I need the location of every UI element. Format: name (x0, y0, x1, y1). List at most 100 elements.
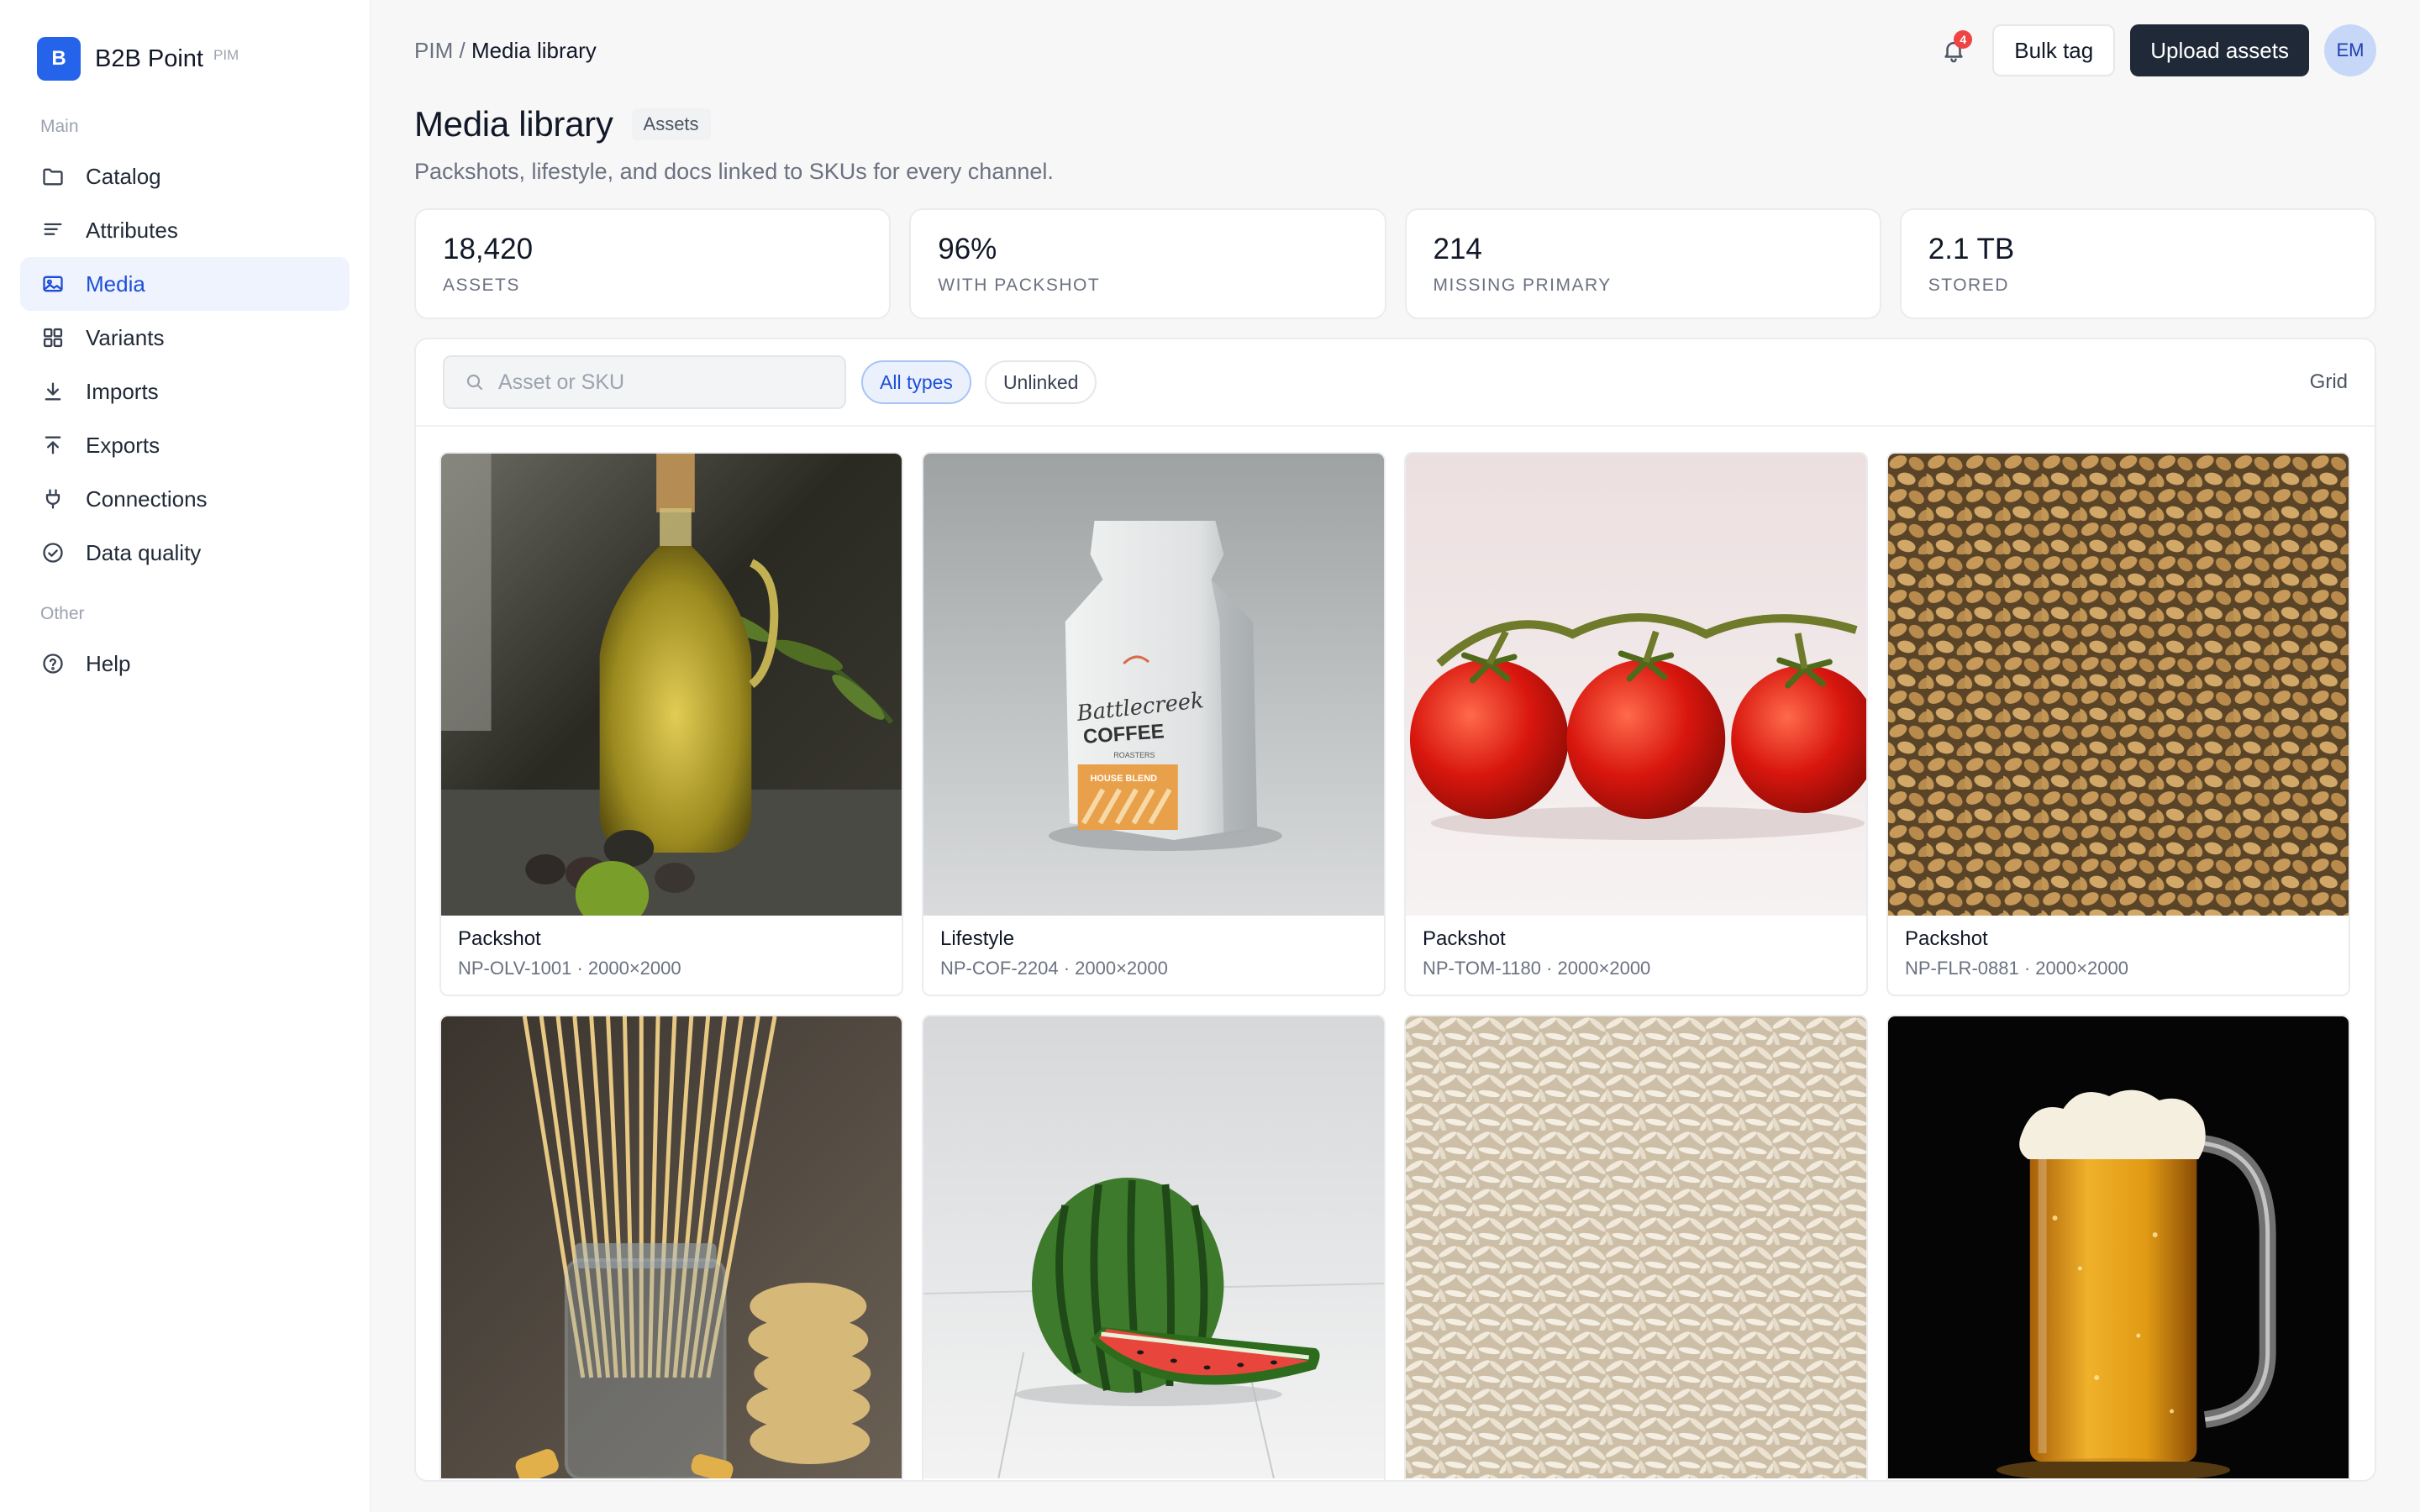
asset-card[interactable] (922, 1015, 1386, 1480)
folder-icon (40, 164, 66, 189)
asset-card[interactable]: Packshot NP-TOM-1180 · 2000×2000 (1404, 452, 1868, 996)
sidebar-item-label: Help (86, 650, 131, 676)
avatar[interactable]: EM (2324, 24, 2376, 76)
brand-logo: B (37, 37, 81, 81)
nav-section-main: Main (40, 117, 79, 136)
asset-type: Packshot (458, 927, 541, 950)
sidebar-item-label: Attributes (86, 217, 178, 243)
coffee-bag-sub: ROASTERS (1113, 751, 1155, 759)
asset-card[interactable]: Packshot NP-OLV-1001 · 2000×2000 (439, 452, 903, 996)
breadcrumb-current: Media library (471, 37, 597, 63)
sidebar-item-label: Catalog (86, 163, 161, 189)
asset-type: Lifestyle (940, 927, 1015, 950)
app-root: B B2B Point PIM Main Catalog Attributes … (0, 0, 2420, 1512)
page-subtitle: Packshots, lifestyle, and docs linked to… (414, 159, 1054, 184)
asset-toolbar: All types Unlinked Grid (416, 339, 2375, 427)
asset-meta: NP-FLR-0881 · 2000×2000 (1905, 958, 2128, 979)
olive-oil-thumbnail (441, 454, 902, 916)
view-toggle-grid[interactable]: Grid (2310, 370, 2348, 394)
asset-card[interactable]: Battlecreek COFFEE ROASTERS HOUSE BLEND … (922, 452, 1386, 996)
image-icon (40, 271, 66, 297)
breadcrumb-root[interactable]: PIM (414, 38, 453, 63)
help-circle-icon (40, 651, 66, 676)
coffee-bag-label: HOUSE BLEND (1091, 774, 1158, 784)
asset-card[interactable] (439, 1015, 903, 1480)
sidebar-item-catalog[interactable]: Catalog (20, 150, 350, 203)
asset-meta: NP-TOM-1180 · 2000×2000 (1423, 958, 1651, 979)
search-input[interactable] (498, 370, 818, 395)
coffee-bag-thumbnail: Battlecreek COFFEE ROASTERS HOUSE BLEND (923, 454, 1384, 916)
asset-card-body: Packshot NP-OLV-1001 · 2000×2000 (441, 916, 902, 995)
stat-label: STORED (1928, 276, 2009, 295)
page-title: Media library (414, 104, 613, 144)
sidebar-item-label: Variants (86, 324, 165, 350)
asset-card-body (441, 1478, 902, 1480)
brand[interactable]: B B2B Point PIM (20, 37, 350, 81)
stat-value: 214 (1433, 233, 1482, 265)
check-circle-icon (40, 540, 66, 565)
sidebar-item-label: Media (86, 270, 145, 297)
sidebar-item-label: Data quality (86, 539, 202, 565)
title-badge: Assets (631, 108, 711, 140)
sidebar-item-media[interactable]: Media (20, 257, 350, 311)
upload-assets-button[interactable]: Upload assets (2130, 24, 2309, 76)
asset-card[interactable] (1404, 1015, 1868, 1480)
sidebar-item-label: Connections (86, 486, 208, 512)
filter-chip-all-types[interactable]: All types (861, 360, 971, 404)
sidebar-item-attributes[interactable]: Attributes (20, 203, 350, 257)
top-actions: 4 Bulk tag Upload assets EM (1935, 24, 2376, 76)
asset-meta: NP-OLV-1001 · 2000×2000 (458, 958, 681, 979)
sidebar-item-connections[interactable]: Connections (20, 472, 350, 526)
stat-value: 96% (938, 233, 997, 265)
asset-card-body: Packshot NP-FLR-0881 · 2000×2000 (1888, 916, 2349, 995)
stat-card-stored: 2.1 TB STORED (1899, 208, 2376, 319)
filter-chip-unlinked[interactable]: Unlinked (984, 360, 1097, 404)
pasta-thumbnail (441, 1016, 902, 1478)
plug-icon (40, 486, 66, 512)
sidebar-item-imports[interactable]: Imports (20, 365, 350, 418)
brand-name: B2B Point (95, 45, 203, 72)
sidebar-item-label: Imports (86, 378, 159, 404)
sidebar-item-exports[interactable]: Exports (20, 418, 350, 472)
brand-tag: PIM (213, 47, 239, 63)
stat-value: 2.1 TB (1928, 233, 2015, 265)
asset-meta: NP-COF-2204 · 2000×2000 (940, 958, 1168, 979)
asset-card[interactable]: Packshot NP-FLR-0881 · 2000×2000 (1886, 452, 2350, 996)
sidebar-item-help[interactable]: Help (20, 637, 350, 690)
asset-card[interactable] (1886, 1015, 2350, 1480)
search-box[interactable] (443, 355, 846, 409)
beer-mug-thumbnail (1888, 1016, 2349, 1478)
bulk-tag-button[interactable]: Bulk tag (1992, 24, 2116, 76)
watermelon-thumbnail (923, 1016, 1384, 1478)
stat-label: ASSETS (443, 276, 520, 295)
breadcrumb-separator: / (459, 37, 466, 63)
stat-card-missing-primary: 214 MISSING PRIMARY (1404, 208, 1881, 319)
upload-icon (40, 433, 66, 458)
list-icon (40, 218, 66, 243)
grid-icon (40, 325, 66, 350)
notification-badge: 4 (1954, 30, 1973, 49)
stat-label: MISSING PRIMARY (1433, 276, 1612, 295)
asset-card-body: Lifestyle NP-COF-2204 · 2000×2000 (923, 916, 1384, 995)
asset-card-body (923, 1478, 1384, 1480)
stat-card-with-packshot: 96% WITH PACKSHOT (909, 208, 1386, 319)
asset-card-body (1888, 1478, 2349, 1480)
asset-type: Packshot (1423, 927, 1506, 950)
stats-row: 18,420 ASSETS 96% WITH PACKSHOT 214 MISS… (414, 208, 2376, 319)
stat-card-assets: 18,420 ASSETS (414, 208, 892, 319)
sidebar-item-data-quality[interactable]: Data quality (20, 526, 350, 580)
stat-value: 18,420 (443, 233, 534, 265)
breadcrumb: PIM / Media library (414, 38, 597, 64)
asset-card-body: Packshot NP-TOM-1180 · 2000×2000 (1406, 916, 1866, 995)
title-row: Media library Assets (414, 101, 2376, 148)
topbar: PIM / Media library 4 Bulk tag Upload as… (414, 0, 2376, 101)
asset-card-body (1406, 1478, 1866, 1480)
sidebar: B B2B Point PIM Main Catalog Attributes … (0, 0, 371, 1512)
download-icon (40, 379, 66, 404)
wheat-grains-thumbnail (1888, 454, 2349, 916)
sidebar-item-variants[interactable]: Variants (20, 311, 350, 365)
notifications-button[interactable]: 4 (1935, 30, 1973, 69)
nav-section-other: Other (40, 604, 85, 623)
tomatoes-thumbnail (1406, 454, 1866, 916)
asset-type: Packshot (1905, 927, 1988, 950)
